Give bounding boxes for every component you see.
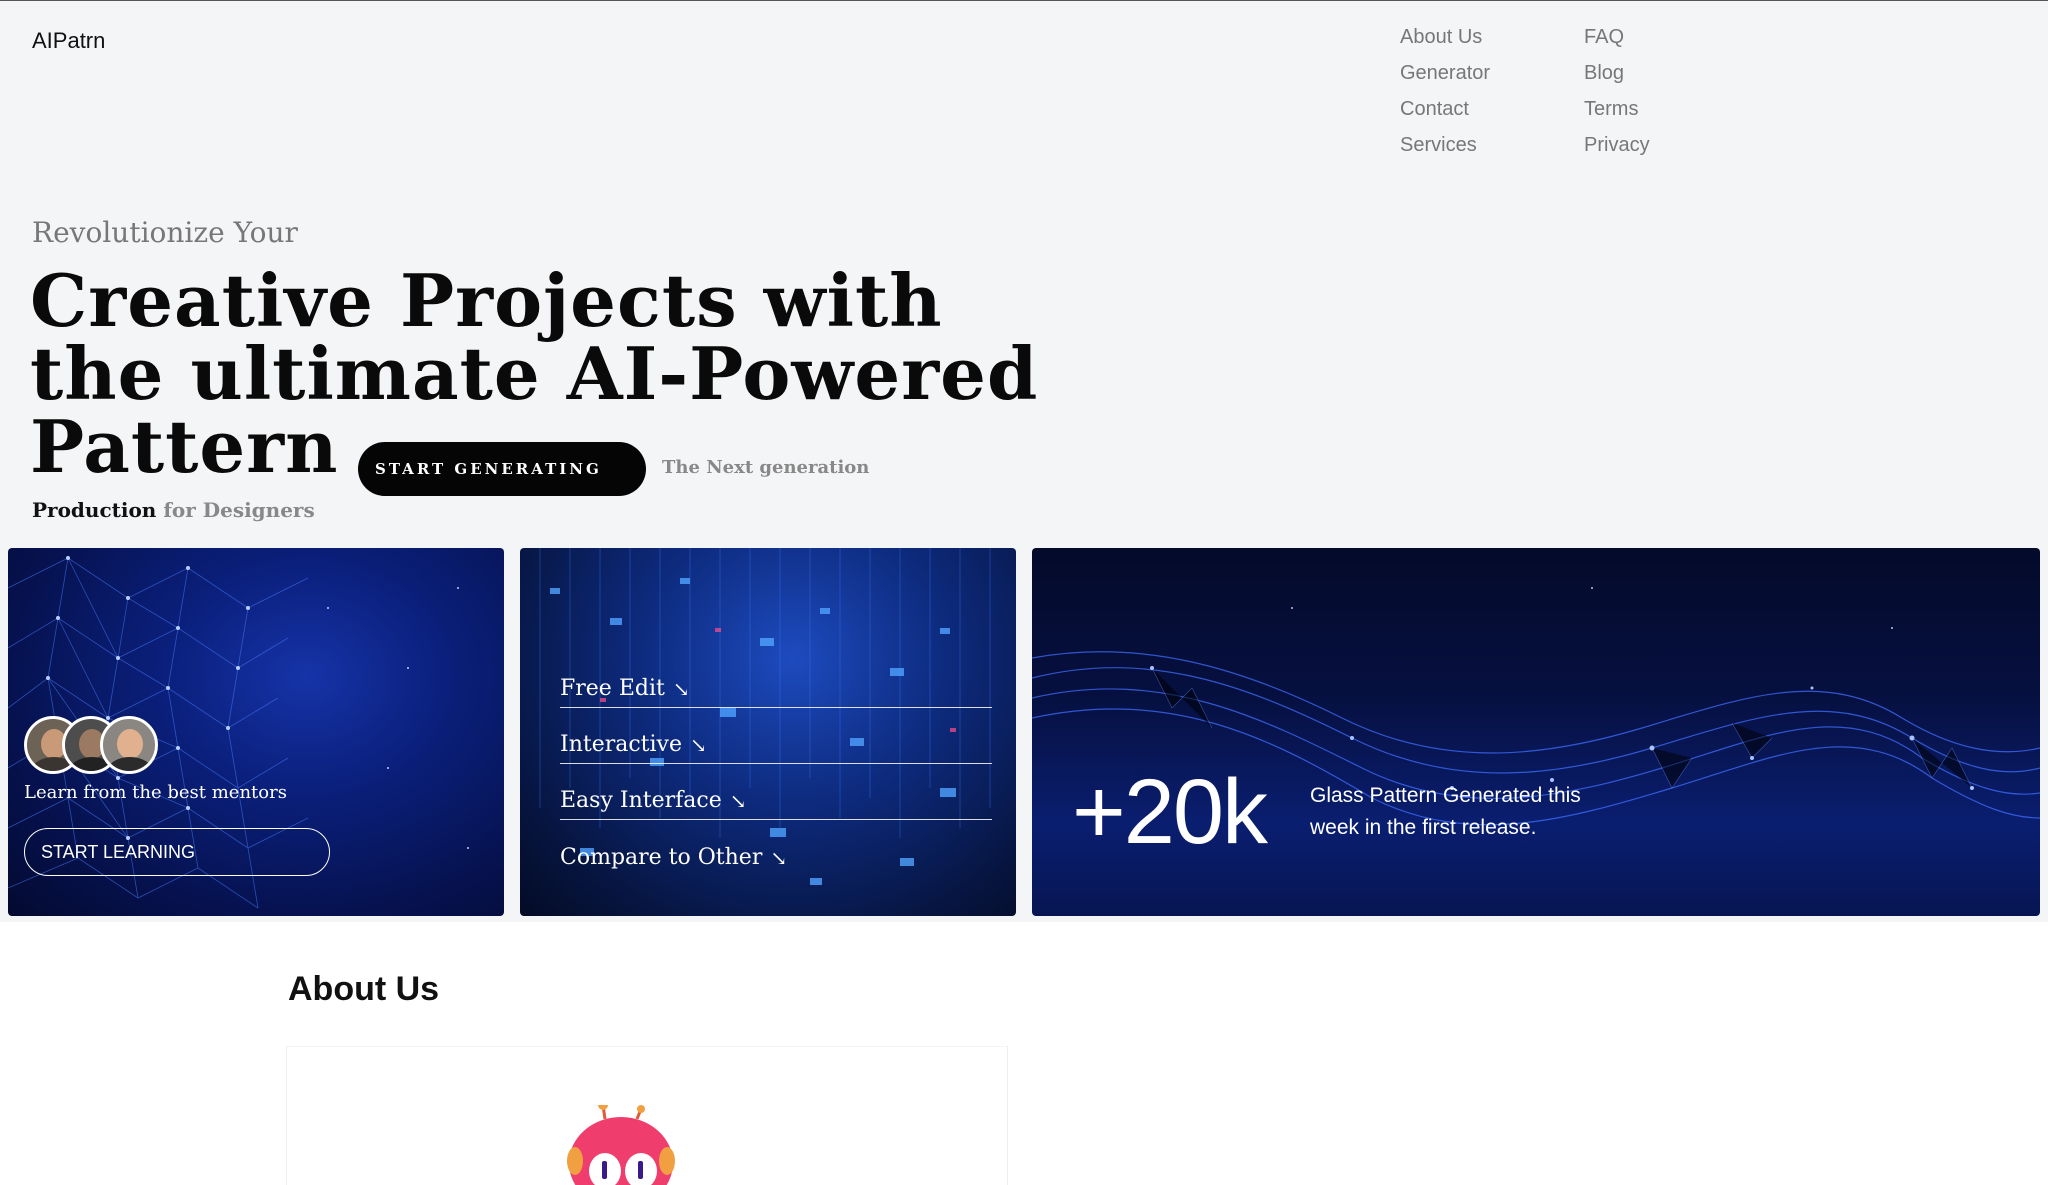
start-generating-button[interactable]: START GENERATING	[358, 442, 646, 496]
arrow-down-right-icon: ↘	[770, 846, 788, 870]
feature-link-easy-interface[interactable]: Easy Interface ↘	[560, 764, 992, 820]
nav-link-services[interactable]: Services	[1400, 134, 1490, 156]
feature-link-free-edit[interactable]: Free Edit ↘	[560, 676, 992, 708]
hero-tagline: Production for Designers	[32, 498, 315, 522]
nav-link-faq[interactable]: FAQ	[1584, 26, 1650, 48]
mentors-card: Learn from the best mentors START LEARNI…	[8, 548, 504, 916]
nav-link-generator[interactable]: Generator	[1400, 62, 1490, 84]
about-heading: About Us	[288, 970, 440, 1008]
arrow-down-right-icon: ↘	[729, 789, 747, 813]
stat-number: +20k	[1072, 761, 1268, 863]
features-card: Free Edit ↘ Interactive ↘ Easy Interface…	[520, 548, 1016, 916]
stat-description: Glass Pattern Generated this week in the…	[1310, 784, 1581, 839]
next-generation-text: The Next generation	[662, 457, 870, 478]
arrow-down-right-icon: ↘	[672, 677, 690, 701]
arrow-down-right-icon: ↘	[690, 733, 707, 757]
hero-eyebrow: Revolutionize Your	[32, 216, 298, 249]
nav-link-terms[interactable]: Terms	[1584, 98, 1650, 120]
feature-label: Interactive	[560, 732, 682, 757]
feature-list: Free Edit ↘ Interactive ↘ Easy Interface…	[560, 676, 992, 876]
headline-line: Creative Projects with	[30, 258, 943, 343]
mentor-avatars	[24, 716, 158, 774]
tagline-strong: Production	[32, 498, 157, 522]
nav-link-contact[interactable]: Contact	[1400, 98, 1490, 120]
headline-line: the ultimate AI-Powered	[30, 331, 1039, 416]
nav-column-primary: About Us Generator Contact Services	[1400, 26, 1490, 156]
logo[interactable]: AIPatrn	[32, 28, 105, 54]
feature-label: Free Edit	[560, 676, 665, 701]
start-learning-button[interactable]: START LEARNING	[24, 828, 330, 876]
about-card	[286, 1046, 1008, 1185]
nav-link-blog[interactable]: Blog	[1584, 62, 1650, 84]
feature-link-compare[interactable]: Compare to Other ↘	[560, 820, 992, 876]
nav-column-secondary: FAQ Blog Terms Privacy	[1584, 26, 1650, 156]
feature-link-interactive[interactable]: Interactive ↘	[560, 708, 992, 764]
feature-label: Compare to Other	[560, 845, 763, 870]
stats-card: +20k Glass Pattern Generated this week i…	[1032, 548, 2040, 916]
avatar	[100, 716, 158, 774]
feature-label: Easy Interface	[560, 788, 722, 813]
tagline-muted: for Designers	[163, 498, 315, 522]
nav-link-privacy[interactable]: Privacy	[1584, 134, 1650, 156]
robot-mascot-image	[567, 1105, 675, 1185]
nav-link-about[interactable]: About Us	[1400, 26, 1490, 48]
mentors-caption: Learn from the best mentors	[24, 782, 287, 803]
